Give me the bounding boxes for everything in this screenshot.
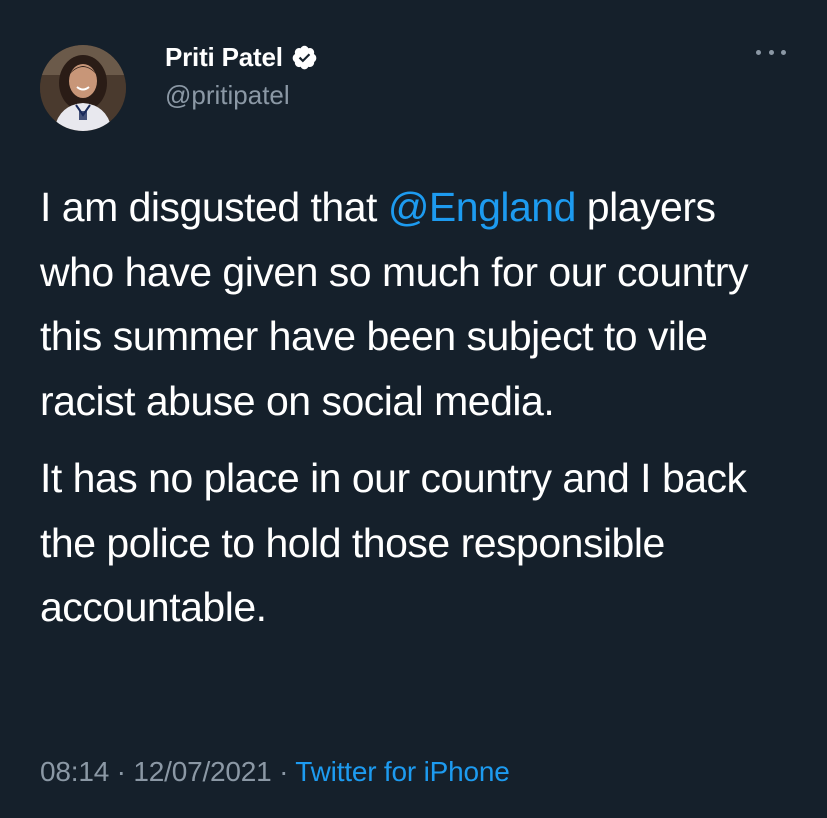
verified-badge-icon [292, 45, 317, 69]
tweet-meta: 08:14 · 12/07/2021 · Twitter for iPhone [40, 756, 510, 788]
tweet-date[interactable]: 12/07/2021 [133, 756, 271, 787]
more-dot [781, 49, 786, 55]
tweet-paragraph-2: It has no place in our country and I bac… [40, 455, 747, 630]
avatar[interactable] [40, 45, 126, 131]
more-dot [756, 49, 761, 55]
tweet-paragraph-1: I am disgusted that @England players who… [40, 175, 800, 433]
author-handle[interactable]: @pritipatel [165, 80, 290, 111]
meta-separator: · [109, 756, 134, 787]
meta-separator: · [271, 756, 296, 787]
display-name[interactable]: Priti Patel [165, 42, 283, 73]
more-dot [768, 49, 774, 55]
tweet-source-link[interactable]: Twitter for iPhone [295, 756, 509, 787]
avatar-photo [40, 45, 126, 131]
tweet-text: I am disgusted that @England players who… [40, 175, 800, 640]
more-options-icon[interactable] [756, 40, 786, 64]
tweet-text-before-mention: I am disgusted that [40, 184, 388, 230]
england-mention-link[interactable]: @England [388, 184, 577, 230]
author-name-row[interactable]: Priti Patel [165, 40, 318, 74]
tweet-time[interactable]: 08:14 [40, 756, 109, 787]
